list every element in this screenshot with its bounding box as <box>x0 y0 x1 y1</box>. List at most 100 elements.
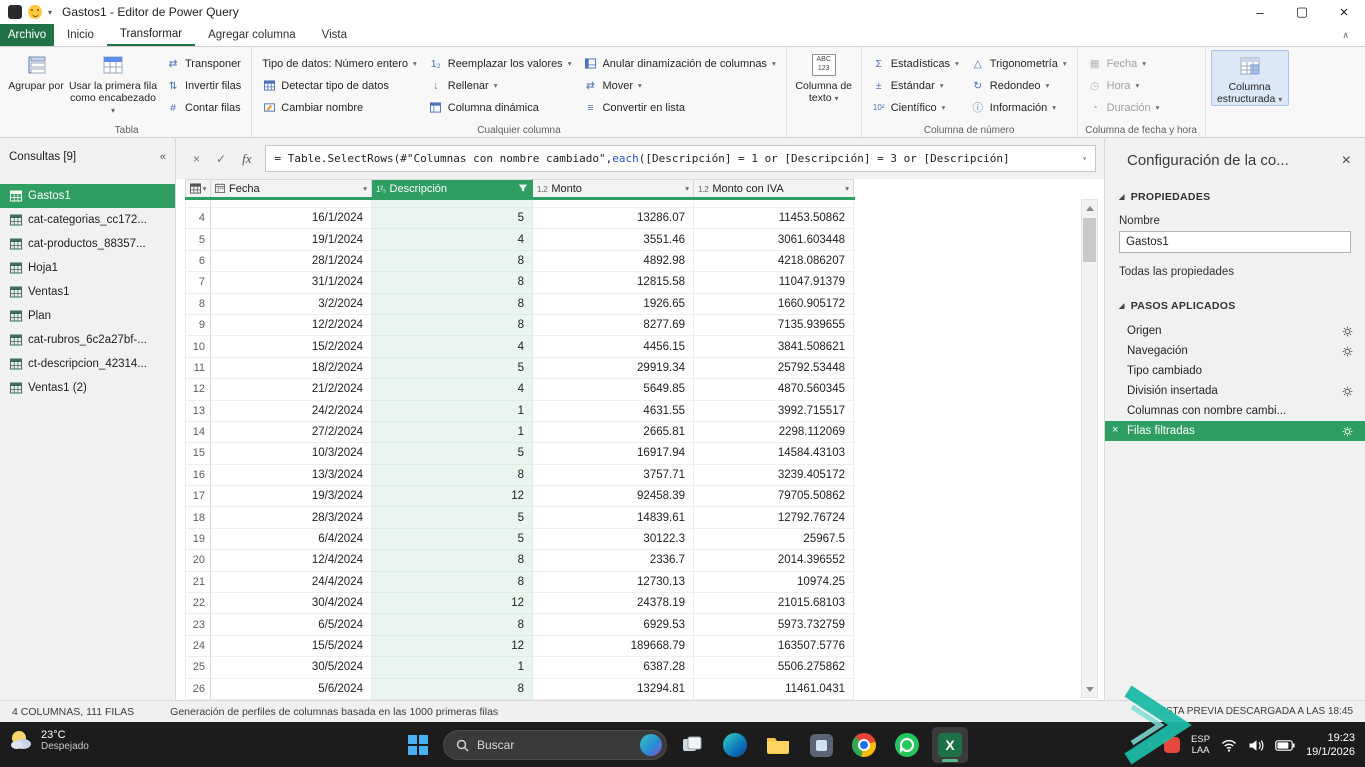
step-settings-gear-icon[interactable] <box>1342 346 1353 357</box>
cell-monto[interactable]: 4631.55 <box>533 400 694 422</box>
cell-monto-con-iva[interactable]: 11453.50862 <box>694 208 854 230</box>
cell-descripcion[interactable]: 8 <box>372 250 533 273</box>
row-number[interactable]: 13 <box>185 400 211 422</box>
convertir-lista-button[interactable]: ≡ Convertir en lista <box>578 97 780 118</box>
row-number[interactable]: 9 <box>185 314 211 337</box>
tab-archivo[interactable]: Archivo <box>0 24 54 46</box>
row-number[interactable]: 7 <box>185 272 211 294</box>
store-app-button[interactable] <box>803 727 839 763</box>
cell-fecha[interactable]: 12/2/2024 <box>211 314 372 337</box>
excel-button-active[interactable]: X <box>932 727 968 763</box>
query-item[interactable]: Gastos1 <box>0 184 175 208</box>
mover-button[interactable]: ⇄ Mover ▾ <box>578 75 780 96</box>
close-panel-icon[interactable]: × <box>1342 152 1351 169</box>
rellenar-button[interactable]: ↓ Rellenar ▾ <box>424 75 577 96</box>
cell-fecha[interactable]: 30/5/2024 <box>211 657 372 679</box>
tray-overflow-chevron-icon[interactable]: ∧ <box>1146 740 1153 751</box>
cell-monto[interactable]: 92458.39 <box>533 486 694 508</box>
cell-fecha[interactable]: 30/4/2024 <box>211 593 372 615</box>
cell-monto[interactable]: 1926.65 <box>533 293 694 315</box>
tipo-de-datos-button[interactable]: Tipo de datos: Número entero ▾ <box>257 53 422 74</box>
cell-fecha[interactable]: 6/4/2024 <box>211 528 372 551</box>
row-number[interactable]: 6 <box>185 250 211 273</box>
cell-descripcion[interactable]: 5 <box>372 208 533 230</box>
row-number[interactable]: 24 <box>185 635 211 658</box>
cell-monto-con-iva[interactable]: 3061.603448 <box>694 229 854 251</box>
hora-button[interactable]: ◷ Hora ▾ <box>1083 75 1165 96</box>
cell-monto-con-iva[interactable]: 25967.5 <box>694 528 854 551</box>
cell-monto[interactable]: 12815.58 <box>533 272 694 294</box>
cell-monto[interactable]: 8277.69 <box>533 314 694 337</box>
cell-descripcion[interactable]: 4 <box>372 379 533 401</box>
row-number[interactable]: 25 <box>185 657 211 679</box>
filter-dropdown-icon[interactable]: ▾ <box>685 184 689 193</box>
cell-monto-con-iva[interactable]: 11047.91379 <box>694 272 854 294</box>
applied-step[interactable]: Origen <box>1105 321 1365 341</box>
cell-monto[interactable]: 6387.28 <box>533 657 694 679</box>
contar-filas-button[interactable]: # Contar filas <box>161 97 246 118</box>
applied-step[interactable]: Columnas con nombre cambi... <box>1105 401 1365 421</box>
edge-button[interactable] <box>717 727 753 763</box>
cell-fecha[interactable]: 19/3/2024 <box>211 486 372 508</box>
select-all-corner[interactable]: ▾ <box>185 179 211 197</box>
informacion-button[interactable]: ⓘ Información ▾ <box>966 97 1072 118</box>
scroll-down-arrow[interactable] <box>1082 681 1097 697</box>
cell-monto[interactable]: 30122.3 <box>533 528 694 551</box>
query-item[interactable]: Plan <box>0 304 175 328</box>
cell-monto-con-iva[interactable]: 4870.560345 <box>694 379 854 401</box>
column-header-fecha[interactable]: Fecha ▾ <box>211 179 372 197</box>
cell-monto[interactable]: 14839.61 <box>533 507 694 529</box>
query-item[interactable]: Ventas1 (2) <box>0 376 175 400</box>
cell-monto-con-iva[interactable]: 163507.5776 <box>694 635 854 658</box>
cell-fecha[interactable]: 13/3/2024 <box>211 464 372 487</box>
tab-vista[interactable]: Vista <box>309 24 360 46</box>
usar-primera-fila-button[interactable]: Usar la primera fila como encabezado ▾ <box>67 50 159 116</box>
step-settings-gear-icon[interactable] <box>1342 426 1353 437</box>
language-indicator[interactable]: ESP LAA <box>1191 734 1210 757</box>
cell-monto-con-iva[interactable]: 4218.086207 <box>694 250 854 273</box>
cell-fecha[interactable]: 15/2/2024 <box>211 336 372 358</box>
cell-fecha[interactable]: 24/2/2024 <box>211 400 372 422</box>
cell-monto-con-iva[interactable]: 11461.0431 <box>694 678 854 700</box>
applied-step[interactable]: × Filas filtradas <box>1105 421 1365 441</box>
query-item[interactable]: cat-categorias_cc172... <box>0 208 175 232</box>
cell-descripcion[interactable]: 1 <box>372 421 533 444</box>
agrupar-por-button[interactable]: Agrupar por <box>7 50 65 92</box>
cell-fecha[interactable]: 5/6/2024 <box>211 678 372 700</box>
cell-monto-con-iva[interactable]: 10974.25 <box>694 571 854 594</box>
fecha-button[interactable]: ▦ Fecha ▾ <box>1083 53 1165 74</box>
formula-input[interactable]: = Table.SelectRows(#"Columnas con nombre… <box>265 145 1096 172</box>
chrome-button[interactable] <box>846 727 882 763</box>
cell-monto[interactable]: 3551.46 <box>533 229 694 251</box>
tab-transformar[interactable]: Transformar <box>106 24 196 46</box>
all-properties-link[interactable]: Todas las propiedades <box>1119 266 1351 278</box>
columna-de-texto-button[interactable]: ABC 123 Columna de texto ▾ <box>792 50 856 104</box>
applied-step[interactable]: Tipo cambiado <box>1105 361 1365 381</box>
cell-descripcion[interactable]: 5 <box>372 357 533 380</box>
minimize-button[interactable]: – <box>1239 0 1281 24</box>
cell-fecha[interactable]: 19/1/2024 <box>211 229 372 251</box>
cell-fecha[interactable]: 15/5/2024 <box>211 635 372 658</box>
collapse-ribbon-icon[interactable]: ∧ <box>1342 24 1365 46</box>
estadisticas-button[interactable]: Σ Estadísticas ▾ <box>867 53 964 74</box>
row-number[interactable]: 17 <box>185 486 211 508</box>
column-header-monto-con-iva[interactable]: 1.2 Monto con IVA ▾ <box>694 179 854 197</box>
wifi-icon[interactable] <box>1221 739 1237 752</box>
cell-monto-con-iva[interactable]: 7135.939655 <box>694 314 854 337</box>
cell-monto-con-iva[interactable]: 3841.508621 <box>694 336 854 358</box>
scroll-up-arrow[interactable] <box>1082 200 1097 216</box>
cell-fecha[interactable]: 3/2/2024 <box>211 293 372 315</box>
applied-step[interactable]: División insertada <box>1105 381 1365 401</box>
cell-descripcion[interactable]: 8 <box>372 571 533 594</box>
scrollbar-thumb[interactable] <box>1083 218 1096 262</box>
row-number[interactable]: 4 <box>185 208 211 230</box>
vertical-scrollbar[interactable] <box>1081 199 1098 698</box>
clock-widget[interactable]: 19:23 19/1/2026 <box>1306 731 1355 760</box>
volume-icon[interactable] <box>1248 739 1264 752</box>
filter-dropdown-icon[interactable]: ▾ <box>845 184 849 193</box>
row-number[interactable]: 11 <box>185 357 211 380</box>
cell-descripcion[interactable]: 8 <box>372 314 533 337</box>
duracion-button[interactable]: ◔ Duración ▾ <box>1083 97 1165 118</box>
cell-monto-con-iva[interactable]: 12792.76724 <box>694 507 854 529</box>
cell-monto-con-iva[interactable]: 2014.396552 <box>694 550 854 572</box>
